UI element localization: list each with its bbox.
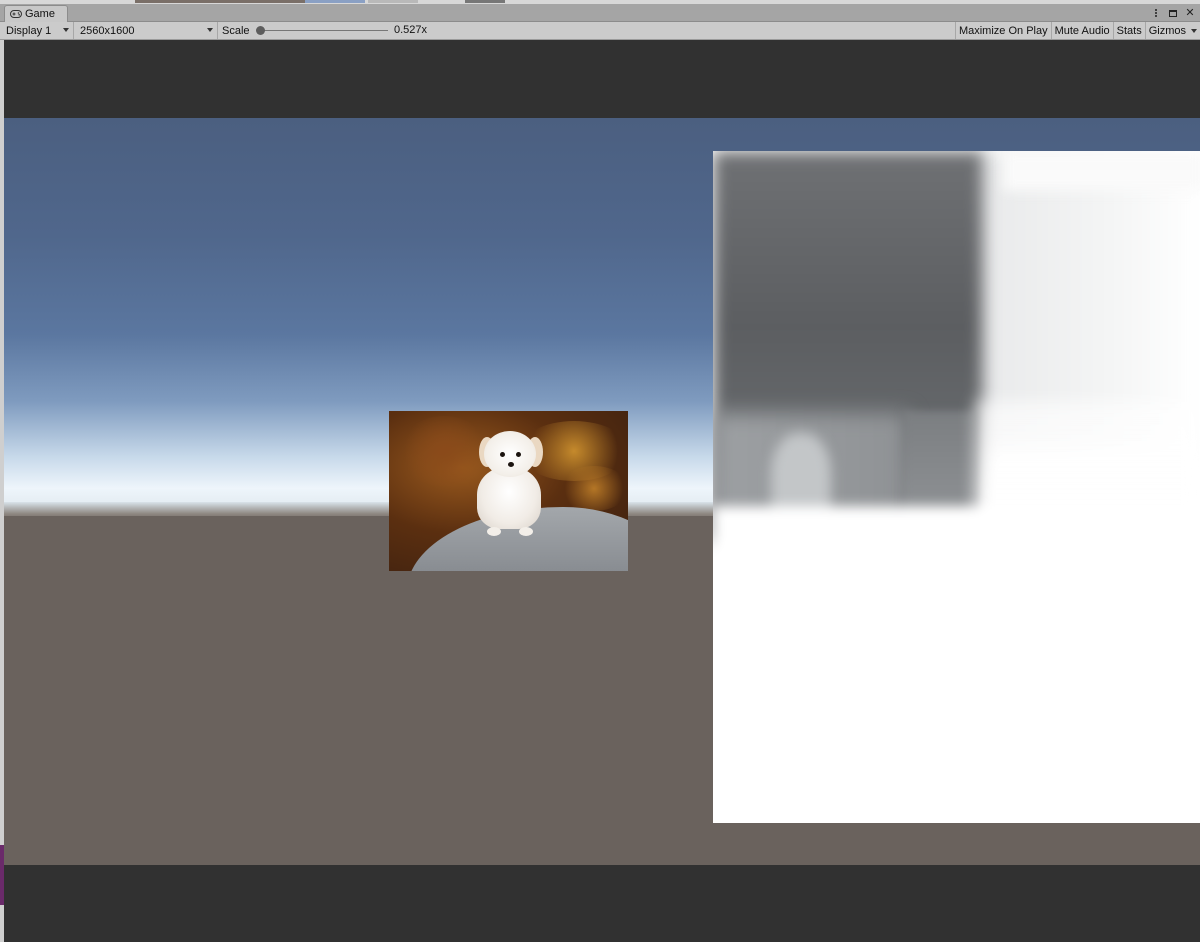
game-viewport[interactable] <box>4 118 1200 865</box>
gamepad-icon <box>10 10 22 18</box>
depth-map-quad <box>713 151 1200 823</box>
scale-control: Scale 0.527x <box>218 22 430 39</box>
gizmos-dropdown[interactable]: Gizmos <box>1144 22 1200 39</box>
resolution-dropdown-label: 2560x1600 <box>80 24 135 37</box>
game-toolbar: Display 1 2560x1600 Scale 0.527x Maximiz… <box>0 22 1200 40</box>
unity-editor-window: Game ✕ Display 1 2560x1600 Scale 0.527x … <box>0 0 1200 942</box>
scale-label: Scale <box>222 24 250 37</box>
maximize-on-play-toggle[interactable]: Maximize On Play <box>954 22 1051 39</box>
mute-audio-toggle[interactable]: Mute Audio <box>1050 22 1113 39</box>
chevron-down-icon <box>1191 29 1197 33</box>
stats-toggle[interactable]: Stats <box>1112 22 1145 39</box>
display-dropdown-label: Display 1 <box>6 24 52 37</box>
tab-header: Game ✕ <box>0 4 1200 22</box>
display-dropdown[interactable]: Display 1 <box>0 22 74 39</box>
toolbar-right-group: Maximize On Play Mute Audio Stats Gizmos <box>954 22 1200 39</box>
gizmos-label: Gizmos <box>1148 24 1186 37</box>
vertical-dots-icon[interactable] <box>1150 7 1162 19</box>
chevron-down-icon <box>207 28 213 32</box>
scale-slider-thumb[interactable] <box>256 26 265 35</box>
scale-slider[interactable] <box>256 26 388 35</box>
resolution-dropdown[interactable]: 2560x1600 <box>74 22 218 39</box>
dog-photo-quad <box>389 411 628 571</box>
maximize-icon[interactable] <box>1167 7 1179 19</box>
chevron-down-icon <box>63 28 69 32</box>
close-icon[interactable]: ✕ <box>1184 7 1196 19</box>
scale-slider-track <box>260 30 388 31</box>
tab-game[interactable]: Game <box>4 5 68 22</box>
tab-label: Game <box>25 8 55 20</box>
scale-value: 0.527x <box>394 24 428 36</box>
window-controls: ✕ <box>1150 6 1196 20</box>
